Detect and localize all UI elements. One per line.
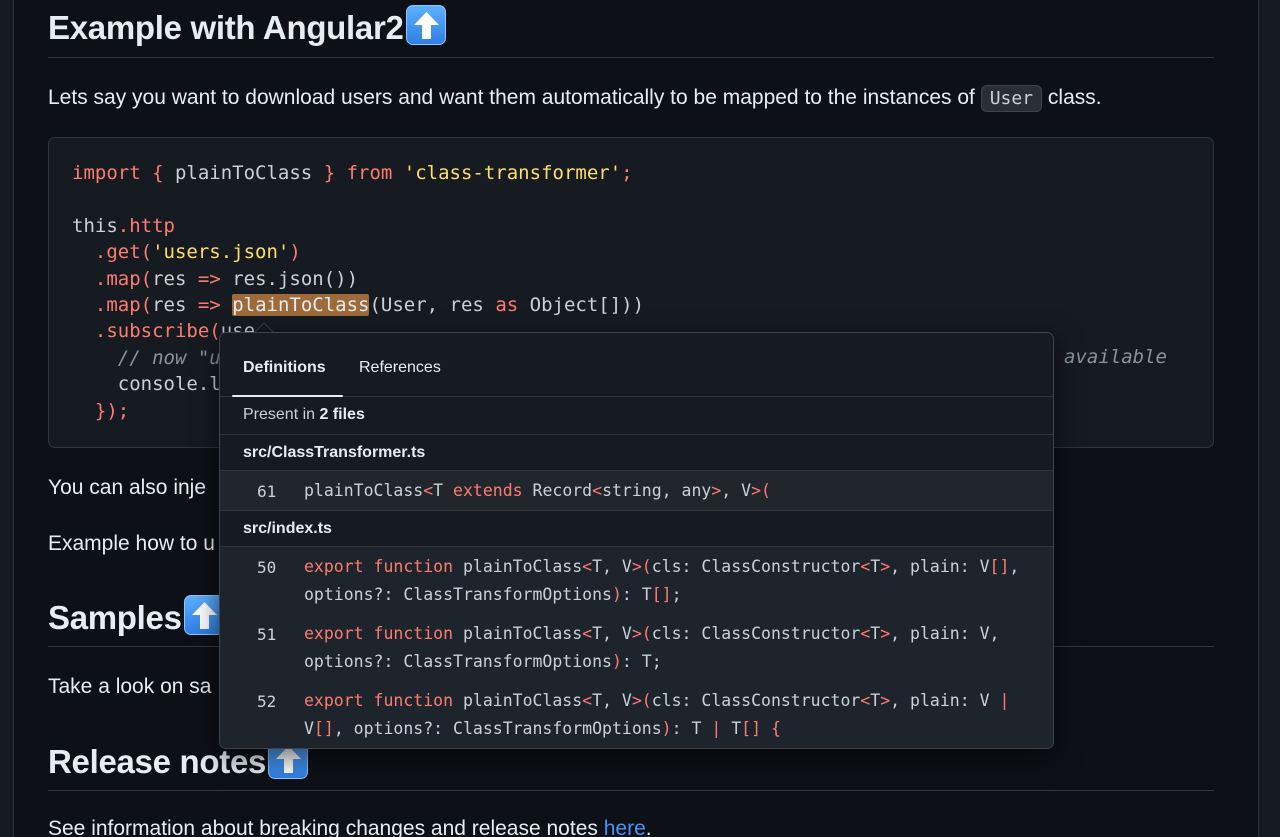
active-tab-indicator [232, 395, 343, 397]
definition-line[interactable]: 52 export function plainToClass<T, V>(cl… [220, 681, 1053, 748]
angular-heading: Example with Angular2 [48, 5, 446, 47]
code-token: from [346, 162, 393, 184]
file-path: src/ClassTransformer.ts [243, 444, 426, 461]
code-token: this [72, 214, 118, 237]
code-token: .get( [94, 241, 153, 264]
release-info-text: See information about breaking changes a… [48, 817, 604, 837]
intro-text: Lets say you want to download users and … [48, 86, 981, 109]
code-token: => [197, 294, 221, 317]
samples-heading: Samples [48, 595, 224, 637]
line-code: export function plainToClass<T, V>(cls: … [304, 624, 1000, 671]
file-path: src/index.ts [243, 520, 332, 537]
code-token: ; [621, 162, 633, 184]
present-prefix: Present in [243, 406, 320, 423]
code-token: .subscribe( [94, 320, 221, 343]
popup-tabs: Definitions References [220, 333, 1053, 397]
present-in-count: Present in 2 files [243, 406, 365, 424]
line-number: 51 [257, 625, 277, 644]
right-scrollbar-frame[interactable] [1258, 0, 1280, 837]
inject-paragraph: You can also inje [48, 476, 207, 499]
left-frame [0, 0, 14, 837]
angular-heading-text: Example with Angular2 [48, 9, 404, 46]
code-comment-tail: available [1064, 346, 1167, 368]
line-number: 52 [257, 692, 277, 711]
code-token: res.json()) [220, 267, 359, 290]
code-token: 'users.json' [152, 241, 290, 264]
present-count: 2 files [319, 406, 365, 423]
definition-line[interactable]: 50 export function plainToClass<T, V>(cl… [220, 547, 1053, 614]
definition-lines-group: 50 export function plainToClass<T, V>(cl… [220, 547, 1053, 748]
line-code: plainToClass<T extends Record<string, an… [304, 481, 771, 500]
code-token: res [152, 267, 198, 290]
symbol-definitions-popup: Definitions References Present in 2 file… [219, 332, 1054, 749]
code-token: Object[])) [518, 294, 645, 317]
code-token: .map( [94, 267, 153, 290]
code-token: console.l [117, 373, 221, 396]
release-notes-link[interactable]: here [604, 817, 646, 837]
user-inline-code: User [980, 85, 1043, 112]
tab-definitions[interactable]: Definitions [243, 359, 326, 377]
code-token: import [72, 162, 141, 184]
code-token: .http [117, 214, 175, 237]
code-token: (User, res [369, 294, 496, 317]
take-look-paragraph: Take a look on sa [48, 675, 212, 698]
file-header[interactable]: src/index.ts [220, 510, 1053, 547]
line-code: export function plainToClass<T, V>(cls: … [304, 557, 1020, 604]
code-token: ) [289, 241, 301, 264]
release-info-paragraph: See information about breaking changes a… [48, 817, 652, 837]
up-arrow-icon[interactable] [183, 595, 224, 635]
intro-text-end: class. [1042, 86, 1102, 109]
tab-references[interactable]: References [359, 359, 441, 377]
heading-divider [48, 790, 1214, 791]
heading-divider [48, 57, 1214, 58]
definition-line[interactable]: 61 plainToClass<T extends Record<string,… [220, 471, 1053, 511]
line-code: export function plainToClass<T, V>(cls: … [304, 691, 1010, 738]
code-token[interactable]: plainToClass [175, 162, 312, 184]
line-number: 61 [257, 482, 277, 501]
code-token: as [495, 294, 519, 317]
code-token: } [312, 162, 347, 184]
highlighted-symbol[interactable]: plainToClass [232, 294, 370, 317]
example-how-paragraph: Example how to u [48, 532, 215, 555]
line-number: 50 [257, 558, 277, 577]
intro-paragraph: Lets say you want to download users and … [48, 85, 1102, 112]
samples-heading-text: Samples [48, 599, 182, 636]
code-comment: // now "u [117, 346, 221, 369]
code-token: => [197, 267, 221, 290]
code-token: .map( [94, 294, 153, 317]
code-token: res [152, 294, 198, 317]
up-arrow-icon[interactable] [405, 5, 446, 45]
code-token: { [140, 162, 175, 184]
code-token: }); [94, 399, 130, 422]
code-token: 'class-transformer' [403, 162, 622, 184]
definition-line[interactable]: 51 export function plainToClass<T, V>(cl… [220, 614, 1053, 681]
file-header[interactable]: src/ClassTransformer.ts [220, 434, 1053, 471]
release-info-period: . [645, 817, 652, 837]
